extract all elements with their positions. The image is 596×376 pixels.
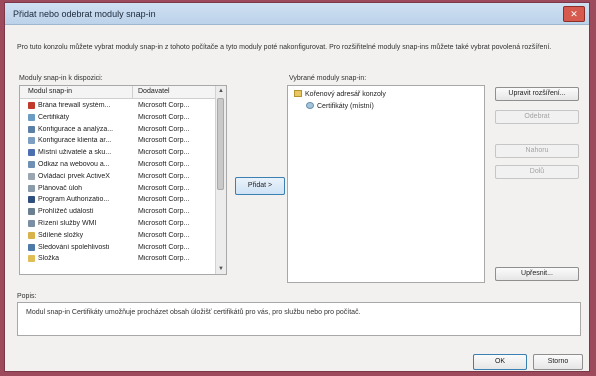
snapin-vendor: Microsoft Corp... <box>138 231 190 239</box>
dialog-title: Přidat nebo odebrat moduly snap-in <box>13 9 156 19</box>
scroll-up-arrow-icon[interactable]: ▲ <box>218 88 224 94</box>
reliability-icon <box>28 243 35 251</box>
client-config-icon <box>28 137 35 145</box>
snapin-vendor: Microsoft Corp... <box>138 255 190 263</box>
snapin-row[interactable]: Místní uživatelé a sku... Microsoft Corp.… <box>20 147 216 159</box>
snapin-rows: Brána firewall systém... Microsoft Corp..… <box>20 100 216 265</box>
authorization-icon <box>28 196 35 204</box>
snapin-name: Složka <box>38 255 60 263</box>
snapin-name: Řízení služby WMI <box>38 219 97 227</box>
users-icon <box>28 149 35 157</box>
snapin-row[interactable]: Konfigurace klienta ar... Microsoft Corp.… <box>20 135 216 147</box>
available-snapins-label: Moduly snap-in k dispozici: <box>19 75 103 82</box>
selected-snapins-label: Vybrané moduly snap-in: <box>289 75 367 82</box>
description-label: Popis: <box>17 293 37 300</box>
snapin-vendor: Microsoft Corp... <box>138 149 190 157</box>
snapin-vendor: Microsoft Corp... <box>138 184 190 192</box>
security-config-icon <box>28 125 35 133</box>
snapin-name: Prohlížeč událostí <box>38 208 94 216</box>
snapin-row[interactable]: Brána firewall systém... Microsoft Corp..… <box>20 100 216 112</box>
cancel-button[interactable]: Storno <box>533 354 583 370</box>
ok-button[interactable]: OK <box>473 354 527 370</box>
snapin-vendor: Microsoft Corp... <box>138 219 190 227</box>
tree-node-console-root[interactable]: Kořenový adresář konzoly <box>294 90 386 98</box>
column-header-snapin[interactable]: Modul snap-in <box>28 88 72 95</box>
tree-node-label: Certifikáty (místní) <box>317 103 374 110</box>
move-down-button[interactable]: Dolů <box>495 165 579 179</box>
add-remove-snapins-dialog: Přidat nebo odebrat moduly snap-in ✕ Pro… <box>4 2 590 372</box>
certificate-icon <box>306 102 314 109</box>
snapin-row[interactable]: Prohlížeč událostí Microsoft Corp... <box>20 206 216 218</box>
snapin-vendor: Microsoft Corp... <box>138 102 190 109</box>
snapin-name: Konfigurace klienta ar... <box>38 137 112 145</box>
snapin-name: Ovládací prvek ActiveX <box>38 172 110 180</box>
snapin-row[interactable]: Konfigurace a analýza... Microsoft Corp..… <box>20 124 216 136</box>
snapin-vendor: Microsoft Corp... <box>138 125 190 133</box>
list-scrollbar[interactable]: ▲ ▼ <box>215 86 226 274</box>
snapin-row[interactable]: Řízení služby WMI Microsoft Corp... <box>20 218 216 230</box>
snapin-row[interactable]: Plánovač úloh Microsoft Corp... <box>20 183 216 195</box>
snapin-name: Konfigurace a analýza... <box>38 125 114 133</box>
dialog-description: Pro tuto konzolu můžete vybrat moduly sn… <box>17 44 552 51</box>
description-text: Modul snap-in Certifikáty umožňuje proch… <box>26 309 361 316</box>
folder-icon <box>28 255 35 263</box>
snapin-name: Plánovač úloh <box>38 184 82 192</box>
wmi-icon <box>28 219 35 227</box>
scrollbar-thumb[interactable] <box>217 98 224 190</box>
event-viewer-icon <box>28 208 35 216</box>
advanced-button[interactable]: Upřesnit... <box>495 267 579 281</box>
move-up-button[interactable]: Nahoru <box>495 144 579 158</box>
snapin-row[interactable]: Sdílené složky Microsoft Corp... <box>20 230 216 242</box>
scroll-down-arrow-icon[interactable]: ▼ <box>218 266 224 272</box>
column-header-vendor[interactable]: Dodavatel <box>138 88 170 95</box>
title-bar[interactable]: Přidat nebo odebrat moduly snap-in ✕ <box>5 3 589 25</box>
firewall-icon <box>28 102 35 109</box>
snapin-name: Certifikáty <box>38 113 70 121</box>
snapin-vendor: Microsoft Corp... <box>138 137 190 145</box>
column-separator[interactable] <box>132 86 133 98</box>
snapin-vendor: Microsoft Corp... <box>138 243 190 251</box>
snapin-vendor: Microsoft Corp... <box>138 208 190 216</box>
snapin-row[interactable]: Program Authorizatio... Microsoft Corp... <box>20 194 216 206</box>
folder-icon <box>294 90 302 97</box>
snapin-row[interactable]: Odkaz na webovou a... Microsoft Corp... <box>20 159 216 171</box>
snapin-name: Odkaz na webovou a... <box>38 160 110 168</box>
certificate-icon <box>28 113 35 121</box>
tree-node-label: Kořenový adresář konzoly <box>305 91 386 98</box>
selected-snapins-tree[interactable]: Kořenový adresář konzoly Certifikáty (mí… <box>287 85 485 283</box>
snapin-name: Sledování spolehlivosti <box>38 243 110 251</box>
snapin-name: Program Authorizatio... <box>38 196 110 204</box>
remove-button[interactable]: Odebrat <box>495 110 579 124</box>
list-header: Modul snap-in Dodavatel <box>20 86 216 99</box>
tree-node-certificates[interactable]: Certifikáty (místní) <box>306 102 374 110</box>
activex-icon <box>28 172 35 180</box>
snapin-row[interactable]: Certifikáty Microsoft Corp... <box>20 112 216 124</box>
snapin-vendor: Microsoft Corp... <box>138 113 190 121</box>
web-link-icon <box>28 160 35 168</box>
shared-folder-icon <box>28 231 35 239</box>
snapin-vendor: Microsoft Corp... <box>138 172 190 180</box>
snapin-vendor: Microsoft Corp... <box>138 160 190 168</box>
snapin-row[interactable]: Sledování spolehlivosti Microsoft Corp... <box>20 242 216 254</box>
task-scheduler-icon <box>28 184 35 192</box>
snapin-name: Místní uživatelé a sku... <box>38 149 112 157</box>
close-button[interactable]: ✕ <box>563 6 585 22</box>
available-snapins-list[interactable]: Modul snap-in Dodavatel Brána firewall s… <box>19 85 227 275</box>
edit-extensions-button[interactable]: Upravit rozšíření... <box>495 87 579 101</box>
description-box: Modul snap-in Certifikáty umožňuje proch… <box>17 302 581 336</box>
snapin-name: Brána firewall systém... <box>38 102 111 109</box>
snapin-name: Sdílené složky <box>38 231 84 239</box>
snapin-row[interactable]: Složka Microsoft Corp... <box>20 253 216 265</box>
add-button[interactable]: Přidat > <box>235 177 285 195</box>
snapin-row[interactable]: Ovládací prvek ActiveX Microsoft Corp... <box>20 171 216 183</box>
snapin-vendor: Microsoft Corp... <box>138 196 190 204</box>
